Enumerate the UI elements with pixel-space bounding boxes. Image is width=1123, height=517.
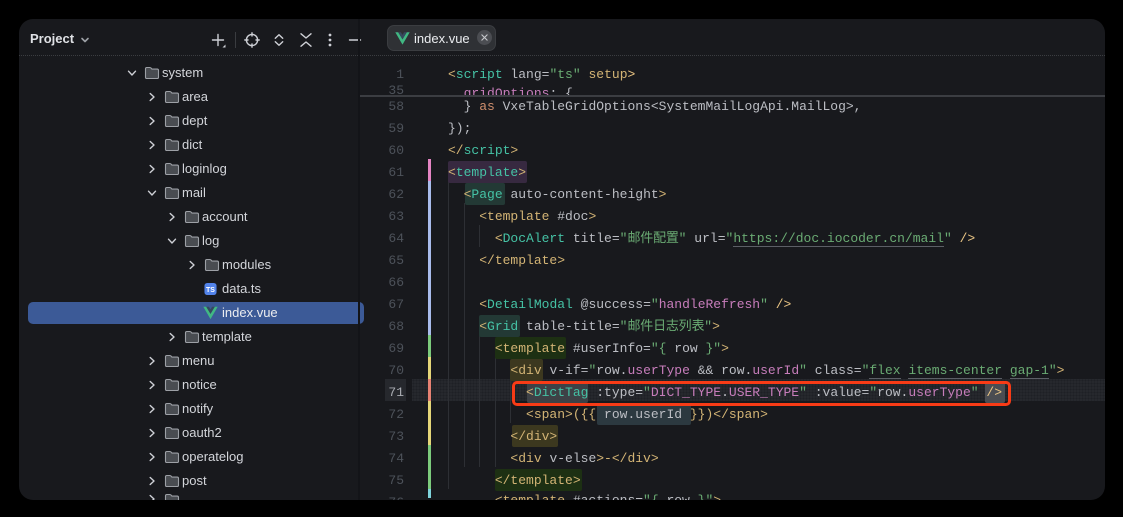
svg-text:TS: TS	[206, 287, 215, 294]
